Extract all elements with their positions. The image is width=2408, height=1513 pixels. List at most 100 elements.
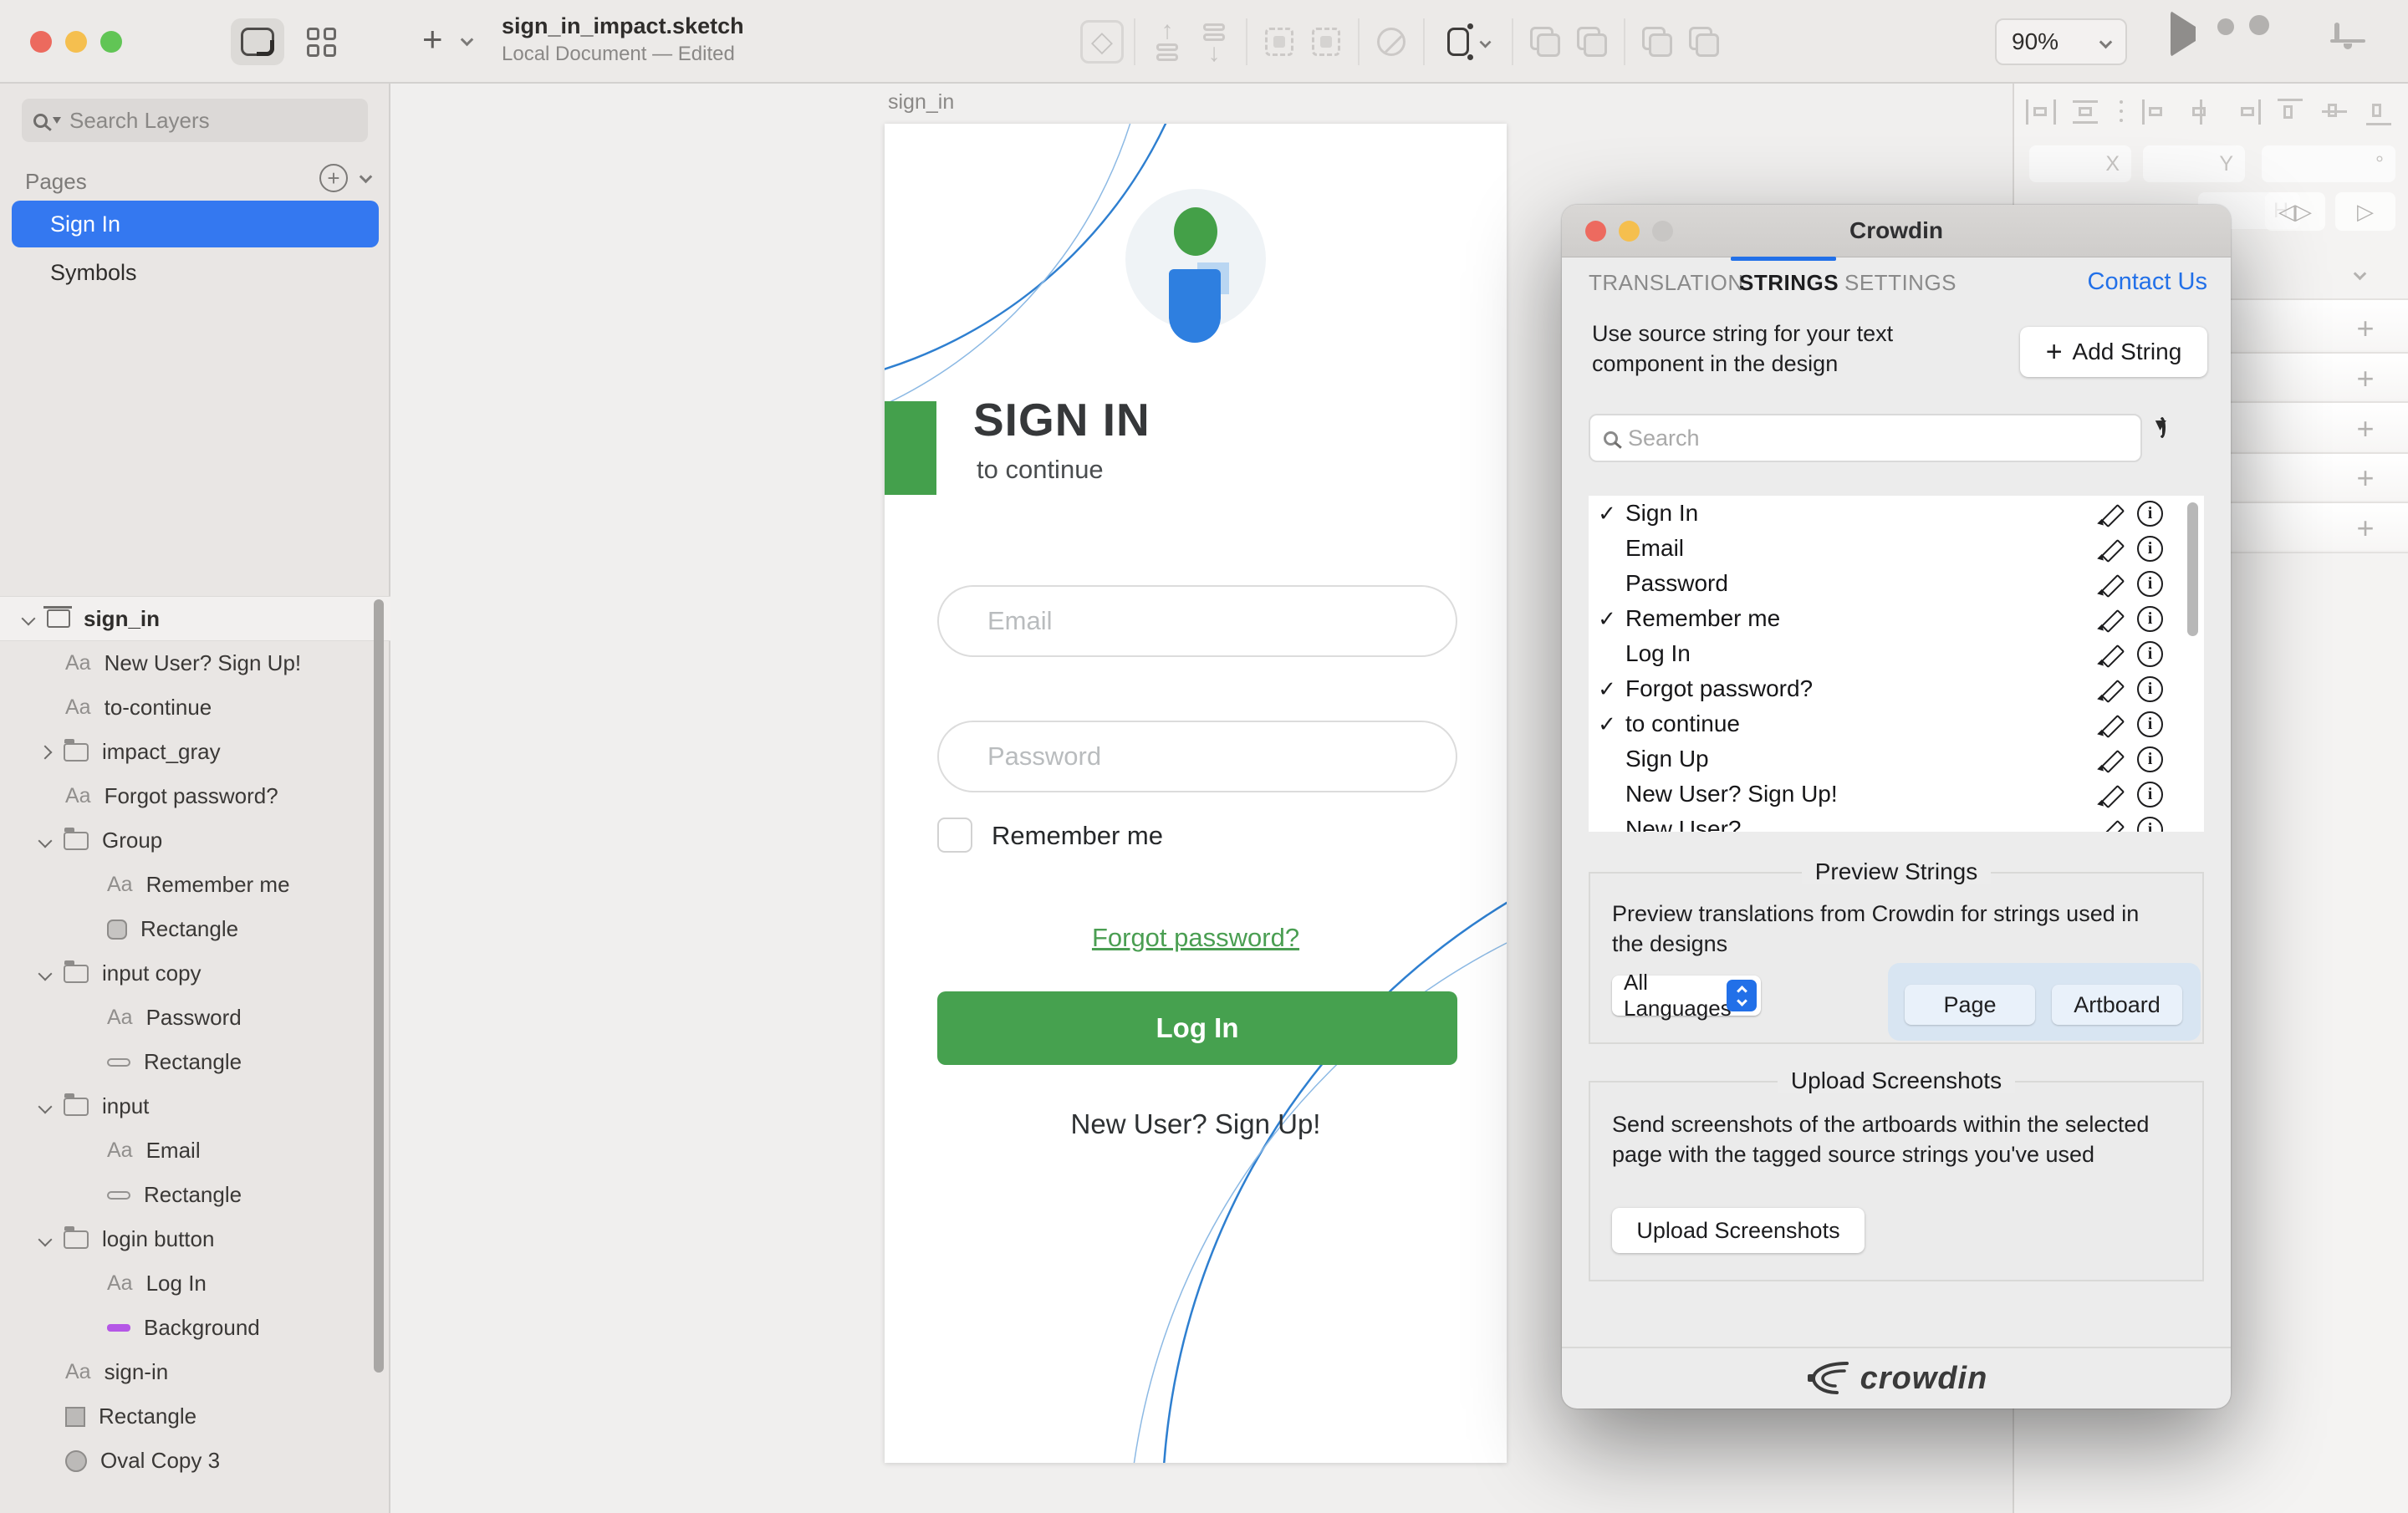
- strings-search-input[interactable]: Search: [1589, 414, 2142, 462]
- preview-artboard-button[interactable]: Artboard: [2052, 985, 2182, 1025]
- edit-string-pencil-icon[interactable]: [2099, 572, 2124, 597]
- x-position-field[interactable]: X: [2029, 145, 2131, 182]
- layer-row-login-button[interactable]: login button: [0, 1217, 390, 1261]
- crowdin-minimize-button[interactable]: [1619, 221, 1640, 242]
- move-backward-button[interactable]: ↓: [1191, 15, 1237, 69]
- zoom-window-button[interactable]: [100, 31, 122, 53]
- edit-string-pencil-icon[interactable]: [2099, 607, 2124, 632]
- edit-string-pencil-icon[interactable]: [2099, 677, 2124, 702]
- string-info-icon[interactable]: i: [2137, 711, 2163, 737]
- edit-string-pencil-icon[interactable]: [2099, 747, 2124, 772]
- tab-strings[interactable]: STRINGS: [1739, 270, 1839, 296]
- chevron-down-icon[interactable]: [38, 1099, 53, 1113]
- preview-page-button[interactable]: Page: [1905, 985, 2035, 1025]
- layer-row-input-copy[interactable]: input copy: [0, 951, 390, 996]
- string-row-remember-me[interactable]: ✓Remember mei: [1589, 601, 2204, 636]
- string-info-icon[interactable]: i: [2137, 641, 2163, 667]
- edit-shape-button[interactable]: [1368, 15, 1415, 69]
- search-layers-input[interactable]: Search Layers: [22, 99, 368, 142]
- layer-row-rectangle[interactable]: Rectangle: [0, 1040, 390, 1084]
- add-shadow-button[interactable]: +: [2349, 461, 2382, 496]
- chevron-down-icon[interactable]: [38, 833, 53, 848]
- subtract-button[interactable]: [1569, 15, 1615, 69]
- password-field[interactable]: Password: [937, 721, 1457, 792]
- string-info-icon[interactable]: i: [2137, 606, 2163, 632]
- chevron-down-icon[interactable]: [22, 612, 36, 626]
- artboard[interactable]: SIGN IN to continue Email Password Remem…: [885, 124, 1507, 1463]
- layer-row-background[interactable]: Background: [0, 1306, 390, 1350]
- edit-string-pencil-icon[interactable]: [2099, 642, 2124, 667]
- section-collapse-chevron-icon[interactable]: [2354, 267, 2367, 281]
- ungroup-button[interactable]: [1303, 15, 1349, 69]
- strings-list-scrollbar[interactable]: [2187, 502, 2198, 636]
- minimize-window-button[interactable]: [65, 31, 87, 53]
- zoom-level-select[interactable]: 90%: [1995, 18, 2127, 65]
- chevron-down-icon[interactable]: [38, 1232, 53, 1246]
- signup-text[interactable]: New User? Sign Up!: [885, 1108, 1507, 1140]
- layer-row-forgot-password-[interactable]: AaForgot password?: [0, 774, 390, 818]
- edit-string-pencil-icon[interactable]: [2099, 782, 2124, 807]
- add-page-button[interactable]: +: [319, 164, 348, 192]
- layer-row-rectangle[interactable]: Rectangle: [0, 1394, 390, 1439]
- align-bottom-icon[interactable]: [2364, 97, 2394, 127]
- chevron-down-icon[interactable]: [38, 966, 53, 981]
- edit-string-pencil-icon[interactable]: [2099, 502, 2124, 527]
- add-fill-button[interactable]: +: [2349, 361, 2382, 396]
- intersect-button[interactable]: [1634, 15, 1681, 69]
- string-row-email[interactable]: Emaili: [1589, 531, 2204, 566]
- layer-row-new-user-sign-up-[interactable]: AaNew User? Sign Up!: [0, 641, 390, 685]
- string-row-password[interactable]: Passwordi: [1589, 566, 2204, 601]
- add-blur-button[interactable]: +: [2349, 511, 2382, 546]
- string-info-icon[interactable]: i: [2137, 746, 2163, 772]
- y-position-field[interactable]: Y: [2143, 145, 2245, 182]
- more-options-icon[interactable]: [2115, 97, 2128, 127]
- layer-row-password[interactable]: AaPassword: [0, 996, 390, 1040]
- layer-row-oval-copy-3[interactable]: Oval Copy 3: [0, 1439, 390, 1483]
- crowdin-zoom-button[interactable]: [1652, 221, 1673, 242]
- difference-button[interactable]: [1681, 15, 1727, 69]
- forgot-password-link[interactable]: Forgot password?: [885, 923, 1507, 953]
- layer-row-rectangle[interactable]: Rectangle: [0, 1173, 390, 1217]
- language-select[interactable]: All Languages: [1612, 976, 1761, 1016]
- refresh-strings-button[interactable]: [2159, 420, 2194, 456]
- layer-row-sign-in[interactable]: sign_in: [0, 596, 390, 641]
- sidebar-page-sign-in[interactable]: Sign In: [12, 201, 379, 247]
- align-top-icon[interactable]: [2275, 97, 2305, 127]
- layer-row-log-in[interactable]: AaLog In: [0, 1261, 390, 1306]
- string-info-icon[interactable]: i: [2137, 571, 2163, 597]
- artboard-label[interactable]: sign_in: [888, 90, 954, 115]
- edit-string-pencil-icon[interactable]: [2099, 712, 2124, 737]
- layer-row-email[interactable]: AaEmail: [0, 1128, 390, 1173]
- flip-vertical-button[interactable]: ▷: [2335, 192, 2395, 231]
- insert-button[interactable]: +: [422, 22, 443, 57]
- union-button[interactable]: [1522, 15, 1569, 69]
- add-border-button[interactable]: +: [2349, 411, 2382, 446]
- chevron-right-icon[interactable]: [38, 745, 53, 759]
- string-row-forgot-password-[interactable]: ✓Forgot password?i: [1589, 671, 2204, 706]
- layer-row-sign-in[interactable]: Aasign-in: [0, 1350, 390, 1394]
- contact-us-link[interactable]: Contact Us: [2088, 268, 2207, 296]
- create-symbol-button[interactable]: ◇: [1079, 15, 1125, 69]
- layer-row-to-continue[interactable]: Aato-continue: [0, 685, 390, 730]
- align-left-icon[interactable]: [2142, 97, 2172, 127]
- string-row-log-in[interactable]: Log Ini: [1589, 636, 2204, 671]
- pages-collapse-chevron-icon[interactable]: [361, 171, 370, 186]
- move-forward-button[interactable]: ↑: [1144, 15, 1191, 69]
- add-string-button[interactable]: + Add String: [2020, 327, 2207, 377]
- tab-translation[interactable]: TRANSLATION: [1589, 270, 1744, 296]
- string-info-icon[interactable]: i: [2137, 782, 2163, 807]
- string-row-sign-up[interactable]: Sign Upi: [1589, 741, 2204, 777]
- add-style-button[interactable]: +: [2349, 311, 2382, 346]
- string-info-icon[interactable]: i: [2137, 817, 2163, 832]
- layers-scrollbar[interactable]: [374, 599, 384, 1373]
- edit-string-pencil-icon[interactable]: [2099, 818, 2124, 832]
- email-field[interactable]: Email: [937, 585, 1457, 657]
- layer-row-group[interactable]: Group: [0, 818, 390, 863]
- login-button[interactable]: Log In: [937, 991, 1457, 1065]
- insert-chevron-icon[interactable]: [461, 33, 474, 47]
- resize-button[interactable]: [1433, 15, 1503, 69]
- string-info-icon[interactable]: i: [2137, 501, 2163, 527]
- upload-screenshots-button[interactable]: Upload Screenshots: [1612, 1208, 1865, 1253]
- align-center-horizontal-icon[interactable]: [2186, 97, 2217, 127]
- string-row-new-user-sign-up-[interactable]: New User? Sign Up!i: [1589, 777, 2204, 812]
